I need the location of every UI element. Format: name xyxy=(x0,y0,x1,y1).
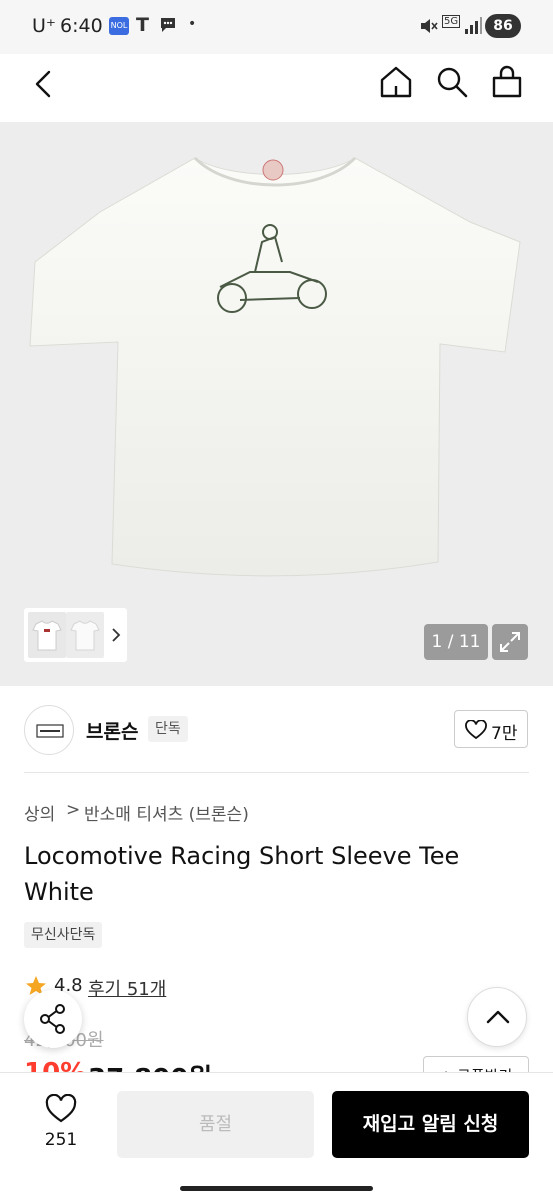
exclusive-badge: 단독 xyxy=(148,716,188,742)
home-icon[interactable] xyxy=(378,64,414,100)
restock-alert-button[interactable]: 재입고 알림 신청 xyxy=(332,1091,529,1158)
expand-button[interactable] xyxy=(492,624,528,660)
scroll-top-button[interactable] xyxy=(467,987,527,1047)
review-count-link[interactable]: 후기 51개 xyxy=(88,975,166,1001)
cart-icon[interactable] xyxy=(489,64,525,100)
breadcrumb-subcategory[interactable]: 반소매 티셔츠 (브론슨) xyxy=(84,800,249,825)
thumbnail-2[interactable] xyxy=(66,612,104,658)
app-notification-icon: NOL xyxy=(109,17,129,35)
product-image-gallery[interactable] xyxy=(0,122,553,686)
image-counter: 1 / 11 xyxy=(424,624,488,660)
share-icon xyxy=(40,1004,65,1034)
chevron-right-icon[interactable] xyxy=(108,625,124,645)
status-bar: U⁺ 6:40 NOL T • 5G 86 xyxy=(0,0,553,54)
divider xyxy=(24,772,529,773)
product-tshirt-image xyxy=(29,156,521,577)
top-navigation xyxy=(0,54,553,122)
brand-name[interactable]: 브론슨 xyxy=(86,717,138,744)
product-title: Locomotive Racing Short Sleeve Tee White xyxy=(24,842,460,906)
home-indicator[interactable] xyxy=(180,1186,373,1191)
chat-icon xyxy=(158,15,178,39)
thumbnail-1[interactable] xyxy=(28,612,66,658)
search-icon[interactable] xyxy=(434,64,470,100)
carrier-label: U⁺ xyxy=(32,15,56,37)
brand-like-count: 7만 xyxy=(491,724,518,744)
gallery-thumbnail-strip[interactable] xyxy=(24,608,127,662)
battery-indicator: 86 xyxy=(485,14,521,38)
breadcrumb-separator: > xyxy=(66,800,81,820)
signal-icon xyxy=(463,16,483,40)
mute-icon xyxy=(418,16,438,40)
musinsa-exclusive-tag: 무신사단독 xyxy=(24,922,103,948)
heart-icon xyxy=(465,720,487,740)
share-button[interactable] xyxy=(24,990,82,1048)
product-like-count: 251 xyxy=(44,1130,78,1150)
back-arrow-icon[interactable] xyxy=(28,68,60,100)
brand-logo[interactable] xyxy=(24,705,74,755)
expand-icon xyxy=(500,632,520,652)
t-app-icon: T xyxy=(136,14,149,36)
clock: 6:40 xyxy=(60,15,103,37)
chevron-up-icon xyxy=(486,1010,510,1024)
more-dot-icon: • xyxy=(188,16,197,32)
product-like-button[interactable] xyxy=(45,1094,77,1124)
sold-out-button: 품절 xyxy=(117,1091,314,1158)
network-type-icon: 5G xyxy=(442,15,461,28)
brand-like-button[interactable]: 7만 xyxy=(454,710,528,748)
breadcrumb-category[interactable]: 상의 xyxy=(24,800,55,825)
